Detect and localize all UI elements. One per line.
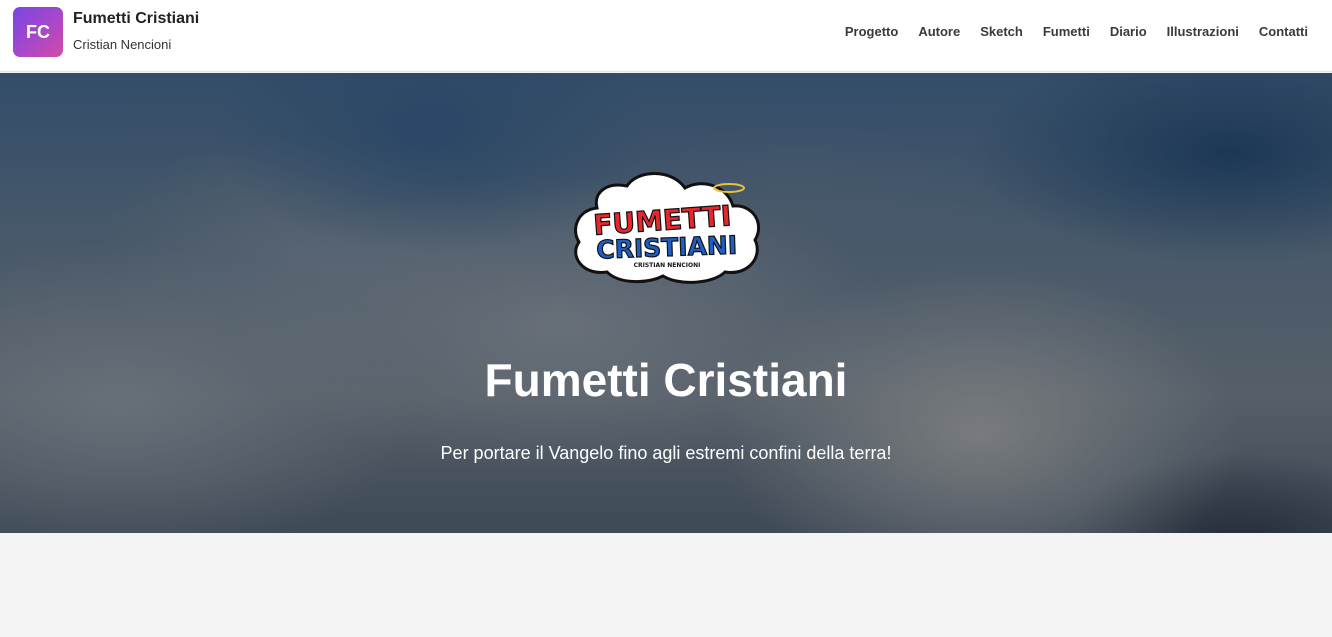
nav-item-diario[interactable]: Diario [1110, 24, 1147, 39]
svg-text:CRISTIANI: CRISTIANI [596, 231, 738, 265]
nav-item-fumetti[interactable]: Fumetti [1043, 24, 1090, 39]
hero-title: Fumetti Cristiani [484, 354, 848, 406]
nav-item-autore[interactable]: Autore [918, 24, 960, 39]
nav-item-sketch[interactable]: Sketch [980, 24, 1023, 39]
fumetti-cristiani-logo: FUMETTI CRISTIANI CRISTIAN NENCIONI [574, 172, 761, 284]
brand-title[interactable]: Fumetti Cristiani [73, 10, 199, 28]
page-content-area [0, 533, 1332, 637]
site-header: FC Fumetti Cristiani Cristian Nencioni P… [0, 0, 1332, 72]
hero-banner: FUMETTI CRISTIANI CRISTIAN NENCIONI Fume… [0, 73, 1332, 533]
site-logo[interactable]: FC [13, 7, 63, 57]
brand-subtitle: Cristian Nencioni [73, 37, 172, 52]
nav-item-progetto[interactable]: Progetto [845, 24, 898, 39]
svg-text:CRISTIAN NENCIONI: CRISTIAN NENCIONI [634, 262, 701, 269]
main-nav: Progetto Autore Sketch Fumetti Diario Il… [845, 24, 1308, 39]
nav-item-contatti[interactable]: Contatti [1259, 24, 1308, 39]
nav-item-illustrazioni[interactable]: Illustrazioni [1167, 24, 1239, 39]
hero-subtitle: Per portare il Vangelo fino agli estremi… [440, 443, 892, 463]
